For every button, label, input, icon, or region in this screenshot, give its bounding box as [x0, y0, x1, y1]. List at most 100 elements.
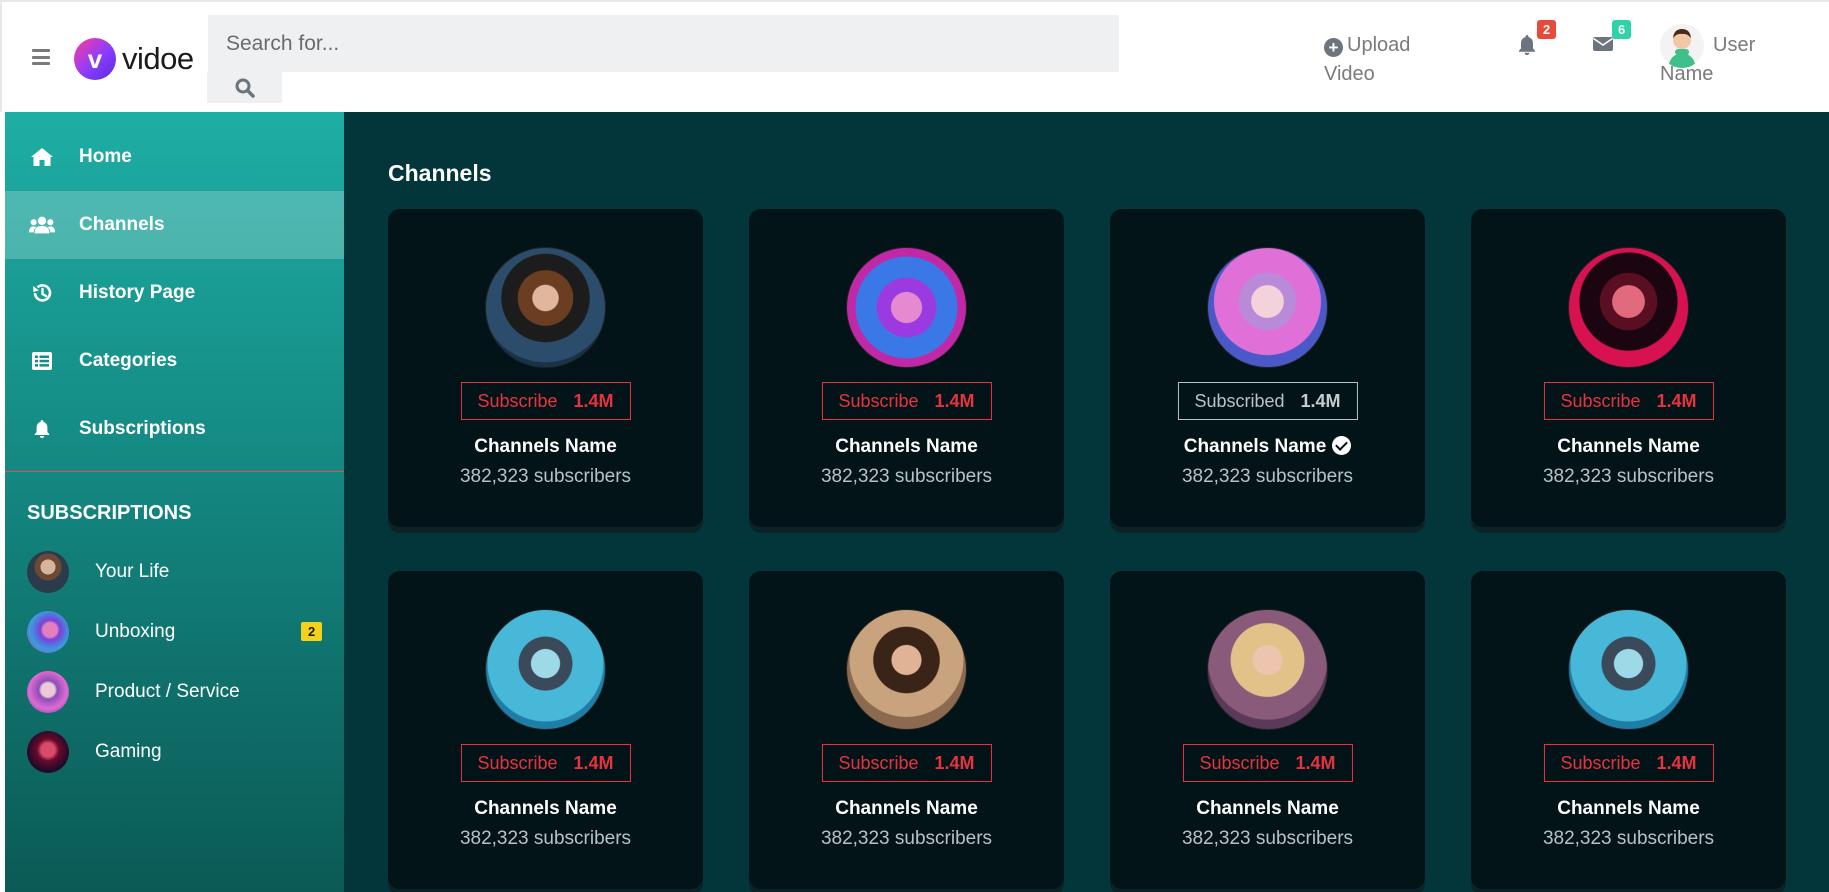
channel-avatar[interactable] — [1568, 247, 1689, 368]
channel-subscribers: 382,323 subscribers — [1542, 466, 1715, 487]
subscribe-label: Subscribe — [1560, 390, 1641, 411]
subscribe-button[interactable]: Subscribe 1.4M — [1543, 382, 1714, 420]
subscribe-button[interactable]: Subscribe 1.4M — [1182, 744, 1353, 782]
sidebar-item-channels[interactable]: Channels — [5, 191, 344, 259]
channel-subscribers: 382,323 subscribers — [459, 828, 632, 849]
channel-card[interactable]: Subscribe 1.4M Channels Name 382,323 subs… — [1110, 571, 1425, 889]
home-icon — [29, 146, 55, 168]
channel-name[interactable]: Channels Name — [1110, 436, 1425, 458]
sidebar: Home Channels History Page Categories Su… — [5, 112, 344, 892]
channel-subscribers: 382,323 subscribers — [820, 828, 993, 849]
avatar — [27, 551, 69, 593]
channel-avatar[interactable] — [1207, 247, 1328, 368]
avatar — [27, 611, 69, 653]
sidebar-item-label: History Page — [79, 282, 196, 303]
subscribe-button[interactable]: Subscribe 1.4M — [821, 382, 992, 420]
subscription-item-gaming[interactable]: Gaming — [5, 722, 344, 782]
sidebar-item-label: Home — [79, 146, 132, 167]
channel-name[interactable]: Channels Name — [388, 798, 703, 820]
channel-subscribers: 382,323 subscribers — [1181, 828, 1354, 849]
subscription-item-product-service[interactable]: Product / Service — [5, 662, 344, 722]
channel-card[interactable]: Subscribe 1.4M Channels Name 382,323 subs… — [1471, 571, 1786, 889]
main-content: Channels Subscribe 1.4M Channels Name 382… — [344, 112, 1829, 892]
channel-subscribers: 382,323 subscribers — [820, 466, 993, 487]
subscribe-label: Subscribe — [838, 752, 919, 773]
channel-avatar[interactable] — [1207, 609, 1328, 730]
channel-name[interactable]: Channels Name — [388, 436, 703, 458]
avatar — [27, 731, 69, 773]
channel-card[interactable]: Subscribe 1.4M Channels Name 382,323 subs… — [388, 209, 703, 527]
logo[interactable]: v vidoe — [74, 38, 194, 80]
channel-name-text: Channels Name — [1557, 798, 1700, 819]
channel-name[interactable]: Channels Name — [749, 798, 1064, 820]
notifications-button[interactable] — [1517, 34, 1537, 61]
subscribed-button[interactable]: Subscribed 1.4M — [1177, 382, 1358, 420]
subscriber-count-short: 1.4M — [573, 390, 614, 411]
logo-badge: v — [74, 38, 116, 80]
subscribe-button[interactable]: Subscribe 1.4M — [460, 382, 631, 420]
channel-subscribers: 382,323 subscribers — [1181, 466, 1354, 487]
messages-badge: 6 — [1612, 20, 1632, 39]
channel-avatar[interactable] — [485, 247, 606, 368]
channel-avatar[interactable] — [846, 609, 967, 730]
subscriber-count-short: 1.4M — [1300, 390, 1341, 411]
notifications-badge: 2 — [1537, 20, 1557, 39]
channel-card[interactable]: Subscribe 1.4M Channels Name 382,323 subs… — [388, 571, 703, 889]
channel-card[interactable]: Subscribe 1.4M Channels Name 382,323 subs… — [1471, 209, 1786, 527]
channel-name[interactable]: Channels Name — [1471, 436, 1786, 458]
subscription-label: Product / Service — [95, 681, 240, 702]
channel-avatar[interactable] — [485, 609, 606, 730]
verified-check-icon — [1332, 436, 1352, 455]
subscriber-count-short: 1.4M — [934, 752, 975, 773]
subscribe-label: Subscribe — [477, 752, 558, 773]
history-icon — [29, 282, 55, 304]
upload-video-link[interactable]: + Upload Video — [1324, 31, 1444, 89]
subscribe-label: Subscribe — [1560, 752, 1641, 773]
envelope-icon — [1593, 37, 1613, 51]
channel-avatar[interactable] — [1568, 609, 1689, 730]
subscribe-button[interactable]: Subscribe 1.4M — [1543, 744, 1714, 782]
channel-avatar[interactable] — [846, 247, 967, 368]
sidebar-item-subscriptions[interactable]: Subscriptions — [5, 395, 344, 463]
sidebar-item-home[interactable]: Home — [5, 123, 344, 191]
channel-card[interactable]: Subscribe 1.4M Channels Name 382,323 subs… — [749, 571, 1064, 889]
search-box — [208, 15, 1119, 72]
top-navbar: v vidoe +Upload Video 2 6 User Name — [0, 0, 1829, 112]
channel-subscribers: 382,323 subscribers — [459, 466, 632, 487]
subscribe-label: Subscribed — [1194, 390, 1285, 411]
sidebar-item-label: Categories — [79, 350, 178, 371]
subscription-label: Your Life — [95, 561, 170, 582]
channel-name[interactable]: Channels Name — [749, 436, 1064, 458]
sidebar-item-categories[interactable]: Categories — [5, 327, 344, 395]
search-button[interactable] — [207, 72, 282, 103]
avatar — [27, 671, 69, 713]
bell-icon — [29, 418, 55, 440]
subscription-item-your-life[interactable]: Your Life — [5, 542, 344, 602]
subscribe-button[interactable]: Subscribe 1.4M — [821, 744, 992, 782]
subscription-item-unboxing[interactable]: Unboxing 2 — [5, 602, 344, 662]
search-input[interactable] — [208, 15, 1119, 72]
logo-text: vidoe — [122, 41, 194, 76]
subscriber-count-short: 1.4M — [573, 752, 614, 773]
subscribe-button[interactable]: Subscribe 1.4M — [460, 744, 631, 782]
subscriber-count-short: 1.4M — [1295, 752, 1336, 773]
channel-card[interactable]: Subscribe 1.4M Channels Name 382,323 subs… — [749, 209, 1064, 527]
page-title: Channels — [388, 160, 492, 186]
channel-name-text: Channels Name — [1557, 436, 1700, 457]
subscriber-count-short: 1.4M — [1656, 390, 1697, 411]
channel-card[interactable]: Subscribed 1.4M Channels Name 382,323 sub… — [1110, 209, 1425, 527]
channel-name[interactable]: Channels Name — [1110, 798, 1425, 820]
subscriber-count-short: 1.4M — [934, 390, 975, 411]
subscription-label: Unboxing — [95, 621, 176, 642]
subscription-count-badge: 2 — [301, 622, 323, 641]
user-name: User Name — [1660, 34, 1756, 85]
subscription-label: Gaming — [95, 741, 162, 762]
messages-button[interactable] — [1592, 35, 1614, 58]
list-icon — [29, 350, 55, 372]
plus-circle-icon: + — [1324, 38, 1343, 57]
channel-name-text: Channels Name — [835, 436, 978, 457]
subscriptions-heading: SUBSCRIPTIONS — [27, 502, 192, 524]
channel-name[interactable]: Channels Name — [1471, 798, 1786, 820]
sidebar-item-history[interactable]: History Page — [5, 259, 344, 327]
menu-toggle-icon[interactable] — [32, 49, 50, 65]
